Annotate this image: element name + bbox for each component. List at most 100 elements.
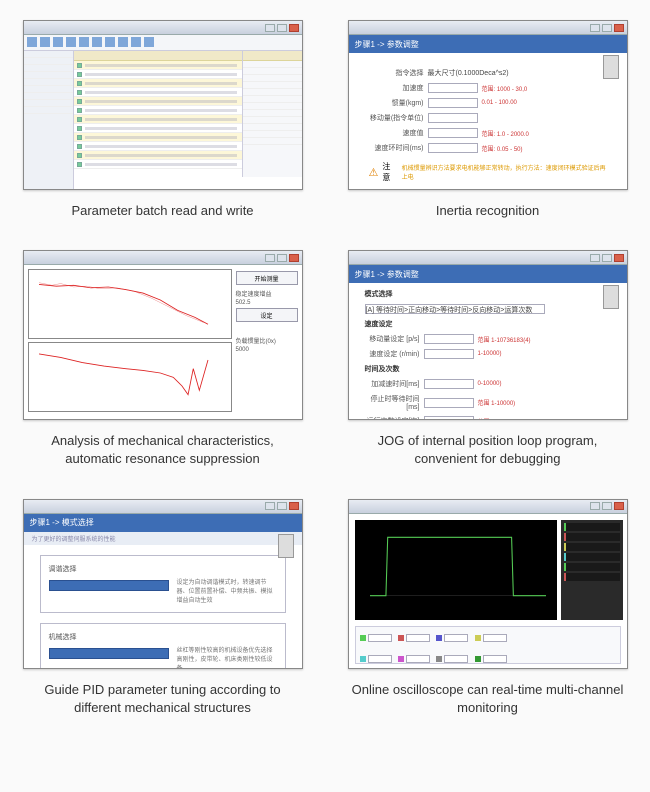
tool-icon[interactable] [144,37,154,47]
note-title: 注意 [382,161,397,183]
charts [28,269,232,415]
cell-scope: 开始 Online oscillos [340,499,635,717]
tool-icon[interactable] [40,37,50,47]
cell-jog: 步骤1 -> 参数调整 模式选择 [A] 等待时间>正向移动>等待时间>反向移动… [340,250,635,468]
channel-row[interactable] [564,523,620,531]
tool-icon[interactable] [53,37,63,47]
tuning-select[interactable] [49,580,169,591]
ch-select[interactable] [444,634,468,642]
minimize-icon[interactable] [590,502,600,510]
ch-color-icon[interactable] [436,656,442,662]
ch-color-icon[interactable] [475,656,481,662]
field-label: 速度值 [369,128,424,138]
param-table[interactable] [74,51,242,177]
inertia-input[interactable] [428,98,478,108]
close-icon[interactable] [289,24,299,32]
close-icon[interactable] [289,502,299,510]
start-measure-button[interactable]: 开始测量 [236,271,298,285]
ch-color-icon[interactable] [398,635,404,641]
run-count-input[interactable] [424,416,474,420]
move-amount-input[interactable] [424,334,474,344]
channel-row[interactable] [564,553,620,561]
set-button[interactable]: 设定 [236,308,298,322]
minimize-icon[interactable] [265,24,275,32]
maximize-icon[interactable] [277,502,287,510]
minimize-icon[interactable] [590,24,600,32]
caption: JOG of internal position loop program, c… [348,432,628,468]
cell-inertia: 步骤1 -> 参数调整 指令选择最大尺寸(0.1000Deca^s2) 加速度范… [340,20,635,220]
mechanical-select[interactable] [49,648,169,659]
field-hint: 0.01 - 100.00 [482,100,517,106]
channel-row[interactable] [564,533,620,541]
ch-select[interactable] [406,634,430,642]
caption: Online oscilloscope can real-time multi-… [348,681,628,717]
box-title: 调谐选择 [49,564,277,574]
tool-icon[interactable] [27,37,37,47]
mode-select[interactable]: [A] 等待时间>正向移动>等待时间>反向移动>运算次数 [365,304,545,314]
ch-select[interactable] [368,655,392,663]
ch-color-icon[interactable] [475,635,481,641]
section-title: 模式选择 [365,289,611,299]
move-input[interactable] [428,113,478,123]
toolbar [24,35,302,51]
maximize-icon[interactable] [277,24,287,32]
maximize-icon[interactable] [602,502,612,510]
feature-grid: Parameter batch read and write 步骤1 -> 参数… [15,20,635,717]
wait-time-input[interactable] [424,398,474,408]
field-hint: 最大尺寸(0.1000Deca^s2) [428,68,509,78]
device-icon [278,534,294,558]
speed-input[interactable] [428,128,478,138]
field-hint: 范围: 0.05 - 50) [482,144,523,153]
tuning-box: 调谐选择 设定为自动调谐模式时，转速调节器、位置前置补偿、中频共振、模拟增益自动… [40,555,286,613]
channel-row[interactable] [564,563,620,571]
field-label: 停止时等待时间[ms] [365,394,420,411]
tool-icon[interactable] [118,37,128,47]
ch-color-icon[interactable] [360,635,366,641]
maximize-icon[interactable] [277,254,287,262]
window-chrome [349,21,627,35]
field-label: 速度环时间(ms) [369,143,424,153]
ch-color-icon[interactable] [436,635,442,641]
close-icon[interactable] [614,24,624,32]
gain-trace [39,274,212,326]
ch-color-icon[interactable] [360,656,366,662]
minimize-icon[interactable] [590,254,600,262]
side-label: 稳定速度增益 [236,289,298,298]
ch-select[interactable] [444,655,468,663]
ch-color-icon[interactable] [398,656,404,662]
field-hint: 范围 1-10736183(4) [478,335,531,344]
section-title: 时间及次数 [365,364,611,374]
channel-row[interactable] [564,573,620,581]
ch-select[interactable] [406,655,430,663]
accel-input[interactable] [428,83,478,93]
maximize-icon[interactable] [602,254,612,262]
channel-row[interactable] [564,543,620,551]
gain-chart [28,269,232,339]
ch-select[interactable] [483,634,507,642]
close-icon[interactable] [614,502,624,510]
caption: Analysis of mechanical characteristics, … [23,432,303,468]
field-label: 运行次数设定[次] [365,416,420,420]
close-icon[interactable] [614,254,624,262]
tool-icon[interactable] [92,37,102,47]
tree-panel[interactable] [24,51,74,189]
maximize-icon[interactable] [602,24,612,32]
minimize-icon[interactable] [265,254,275,262]
ch-select[interactable] [368,634,392,642]
accel-time-input[interactable] [424,379,474,389]
minimize-icon[interactable] [265,502,275,510]
warning-icon: ⚠ [369,166,379,179]
tool-icon[interactable] [131,37,141,47]
tool-icon[interactable] [66,37,76,47]
time-input[interactable] [428,143,478,153]
caption: Guide PID parameter tuning according to … [23,681,303,717]
caption: Parameter batch read and write [71,202,253,220]
oscilloscope-display [355,520,557,620]
speed-set-input[interactable] [424,349,474,359]
close-icon[interactable] [289,254,299,262]
side-list[interactable] [242,51,302,177]
ch-select[interactable] [483,655,507,663]
tool-icon[interactable] [79,37,89,47]
tool-icon[interactable] [105,37,115,47]
caption: Inertia recognition [436,202,539,220]
